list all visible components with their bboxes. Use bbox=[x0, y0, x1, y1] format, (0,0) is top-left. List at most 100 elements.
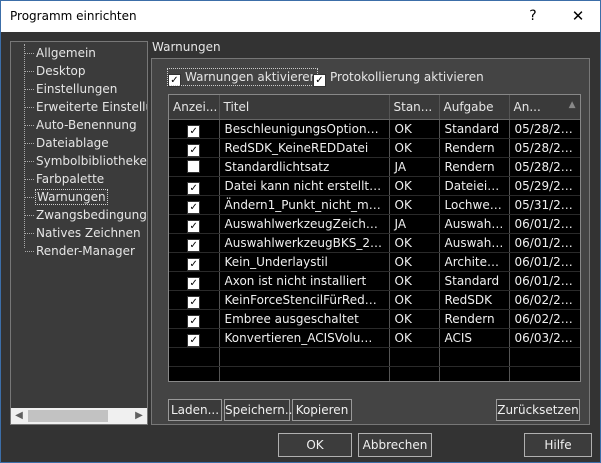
sidebar-item[interactable]: Auto-Benennung bbox=[11, 116, 147, 134]
window-title: Programm einrichten bbox=[10, 9, 137, 23]
empty-cell bbox=[169, 347, 220, 367]
row-show-checkbox[interactable]: ✓ bbox=[187, 295, 201, 309]
help-icon[interactable]: ? bbox=[513, 1, 553, 32]
empty-cell bbox=[169, 366, 220, 381]
column-header-task[interactable]: Aufgabe bbox=[439, 95, 510, 120]
sidebar-item[interactable]: Zwangsbedingungen bbox=[11, 206, 147, 224]
row-checkbox-cell: ✓ bbox=[169, 195, 220, 215]
cell-title: Axon ist nicht installiert bbox=[219, 271, 390, 291]
sidebar-item[interactable]: Symbolbibliotheken bbox=[11, 152, 147, 170]
sidebar-item[interactable]: Render-Manager bbox=[11, 242, 147, 260]
scrollbar-thumb[interactable] bbox=[28, 410, 108, 422]
scroll-left-icon[interactable]: ◀ bbox=[11, 408, 27, 424]
dialog-body: Allgemein Desktop Einstellungen Erweiterte … bbox=[1, 32, 600, 462]
reset-button[interactable]: Zurücksetzen bbox=[496, 399, 580, 421]
sidebar-item[interactable]: Farbpalette bbox=[11, 170, 147, 188]
sidebar-item[interactable]: Natives Zeichnen bbox=[11, 224, 147, 242]
table-row[interactable]: ✓ Datei kann nicht erstellt wer... OK Datei… bbox=[169, 176, 580, 196]
row-show-checkbox[interactable]: ✓ bbox=[187, 257, 201, 271]
checkbox-box[interactable]: ✓ bbox=[168, 74, 181, 87]
row-checkbox-cell: ✓ bbox=[169, 290, 220, 310]
help-button[interactable]: Hilfe bbox=[524, 433, 592, 457]
table-row[interactable]: ✓ Ändern1_Punkt_nicht_mögli... OK Lochwer..… bbox=[169, 195, 580, 215]
table-row[interactable]: ✓ AuswahlwerkzeugBKS_2D_G... OK Auswahl... 0… bbox=[169, 233, 580, 253]
load-button[interactable]: Laden... bbox=[168, 399, 222, 421]
sidebar-item-label: Auto-Benennung bbox=[36, 118, 137, 132]
cell-task: Standard bbox=[439, 119, 510, 139]
cell-title: AuswahlwerkzeugZeichnun... bbox=[219, 214, 390, 234]
cell-status: OK bbox=[389, 195, 440, 215]
warnings-panel: ✓ Warnungen aktivieren ✓ Protokollierung a… bbox=[151, 58, 590, 425]
close-icon[interactable]: ✕ bbox=[556, 1, 600, 32]
save-button[interactable]: Speichern... bbox=[224, 399, 296, 421]
sidebar-item[interactable]: Desktop bbox=[11, 62, 147, 80]
sidebar-item-label: Warnungen bbox=[35, 189, 108, 205]
column-header-show[interactable]: Anzei... bbox=[169, 95, 220, 120]
cell-task: Dateiein... bbox=[439, 176, 510, 196]
row-show-checkbox[interactable]: ✓ bbox=[187, 238, 201, 252]
table-row[interactable]: ✓ Axon ist nicht installiert OK Standard 06/… bbox=[169, 271, 580, 291]
sidebar-item-label: Desktop bbox=[36, 64, 86, 78]
cell-title: Ändern1_Punkt_nicht_mögli... bbox=[219, 195, 390, 215]
row-show-checkbox[interactable] bbox=[187, 160, 201, 173]
row-show-checkbox[interactable]: ✓ bbox=[187, 314, 201, 328]
enable-logging-label: Protokollierung aktivieren bbox=[330, 70, 484, 84]
title-bar: Programm einrichten ? ✕ bbox=[1, 1, 600, 32]
cell-title: Kein_Underlaystil bbox=[219, 252, 390, 272]
empty-cell bbox=[219, 366, 390, 381]
table-row[interactable]: Standardlichtsatz JA Rendern 05/28/20... bbox=[169, 157, 580, 177]
cell-status: OK bbox=[389, 176, 440, 196]
row-show-checkbox[interactable]: ✓ bbox=[187, 200, 201, 214]
cell-task: Rendern bbox=[439, 309, 510, 329]
empty-row bbox=[169, 366, 580, 381]
sidebar-item-label: Allgemein bbox=[36, 46, 96, 60]
cell-task: Auswahl... bbox=[439, 233, 510, 253]
sidebar-item[interactable]: Einstellungen bbox=[11, 80, 147, 98]
enable-warnings-checkbox[interactable]: ✓ Warnungen aktivieren bbox=[166, 68, 319, 87]
row-show-checkbox[interactable]: ✓ bbox=[187, 124, 201, 138]
table-row[interactable]: ✓ Embree ausgeschaltet OK Rendern 06/02/20..… bbox=[169, 309, 580, 329]
ok-button[interactable]: OK bbox=[278, 433, 352, 457]
cell-status: OK bbox=[389, 119, 440, 139]
table-row[interactable]: ✓ RedSDK_KeineREDDatei OK Rendern 05/28/201.… bbox=[169, 138, 580, 158]
cell-date: 05/28/201... bbox=[509, 138, 580, 158]
sidebar-item-label: Dateiablage bbox=[36, 136, 109, 150]
table-row[interactable]: ✓ KeinForceStencilFürRedway... OK RedSDK 06/… bbox=[169, 290, 580, 310]
cell-date: 06/01/20... bbox=[509, 252, 580, 272]
table-row[interactable]: ✓ AuswahlwerkzeugZeichnun... JA Auswahl... 0… bbox=[169, 214, 580, 234]
cell-date: 06/01/20... bbox=[509, 214, 580, 234]
table-row[interactable]: ✓ Konvertieren_ACISVolumen... OK ACIS 06/03/… bbox=[169, 328, 580, 348]
checkbox-box[interactable]: ✓ bbox=[313, 74, 326, 87]
cell-date: 05/28/20... bbox=[509, 157, 580, 177]
row-show-checkbox[interactable]: ✓ bbox=[187, 276, 201, 290]
row-show-checkbox[interactable]: ✓ bbox=[187, 219, 201, 233]
sidebar-item[interactable]: Warnungen bbox=[11, 188, 147, 206]
sidebar-item[interactable]: Dateiablage bbox=[11, 134, 147, 152]
cell-status: JA bbox=[389, 214, 440, 234]
cell-title: Datei kann nicht erstellt wer... bbox=[219, 176, 390, 196]
sidebar-item[interactable]: Allgemein bbox=[11, 44, 147, 62]
column-header-title[interactable]: Titel bbox=[219, 95, 390, 120]
horizontal-scrollbar[interactable]: ◀ ▶ bbox=[11, 408, 147, 424]
cell-title: BeschleunigungsOptionDea... bbox=[219, 119, 390, 139]
cell-status: OK bbox=[389, 252, 440, 272]
enable-logging-checkbox[interactable]: ✓ Protokollierung aktivieren bbox=[313, 69, 484, 87]
copy-button[interactable]: Kopieren bbox=[292, 399, 352, 421]
row-show-checkbox[interactable]: ✓ bbox=[187, 333, 201, 347]
column-header-date-label: An... bbox=[513, 100, 541, 114]
table-row[interactable]: ✓ BeschleunigungsOptionDea... OK Standard 05… bbox=[169, 119, 580, 139]
table-row[interactable]: ✓ Kein_Underlaystil OK Architekt... 06/01/20… bbox=[169, 252, 580, 272]
scroll-right-icon[interactable]: ▶ bbox=[131, 408, 147, 424]
cell-status: OK bbox=[389, 233, 440, 253]
row-checkbox-cell: ✓ bbox=[169, 271, 220, 291]
row-show-checkbox[interactable]: ✓ bbox=[187, 181, 201, 195]
column-header-date[interactable]: An... ▲ bbox=[509, 95, 580, 120]
warnings-page: Warnungen ✓ Warnungen aktivieren ✓ Protoko… bbox=[151, 40, 591, 425]
cell-task: Lochwer... bbox=[439, 195, 510, 215]
sidebar-item[interactable]: Erweiterte Einstellung bbox=[11, 98, 147, 116]
row-show-checkbox[interactable]: ✓ bbox=[187, 143, 201, 157]
cancel-button[interactable]: Abbrechen bbox=[358, 433, 432, 457]
cell-status: OK bbox=[389, 290, 440, 310]
warnings-table: Anzei... Titel Stan... Aufgabe An... ▲ ✓ B… bbox=[168, 94, 581, 382]
column-header-status[interactable]: Stan... bbox=[389, 95, 440, 120]
